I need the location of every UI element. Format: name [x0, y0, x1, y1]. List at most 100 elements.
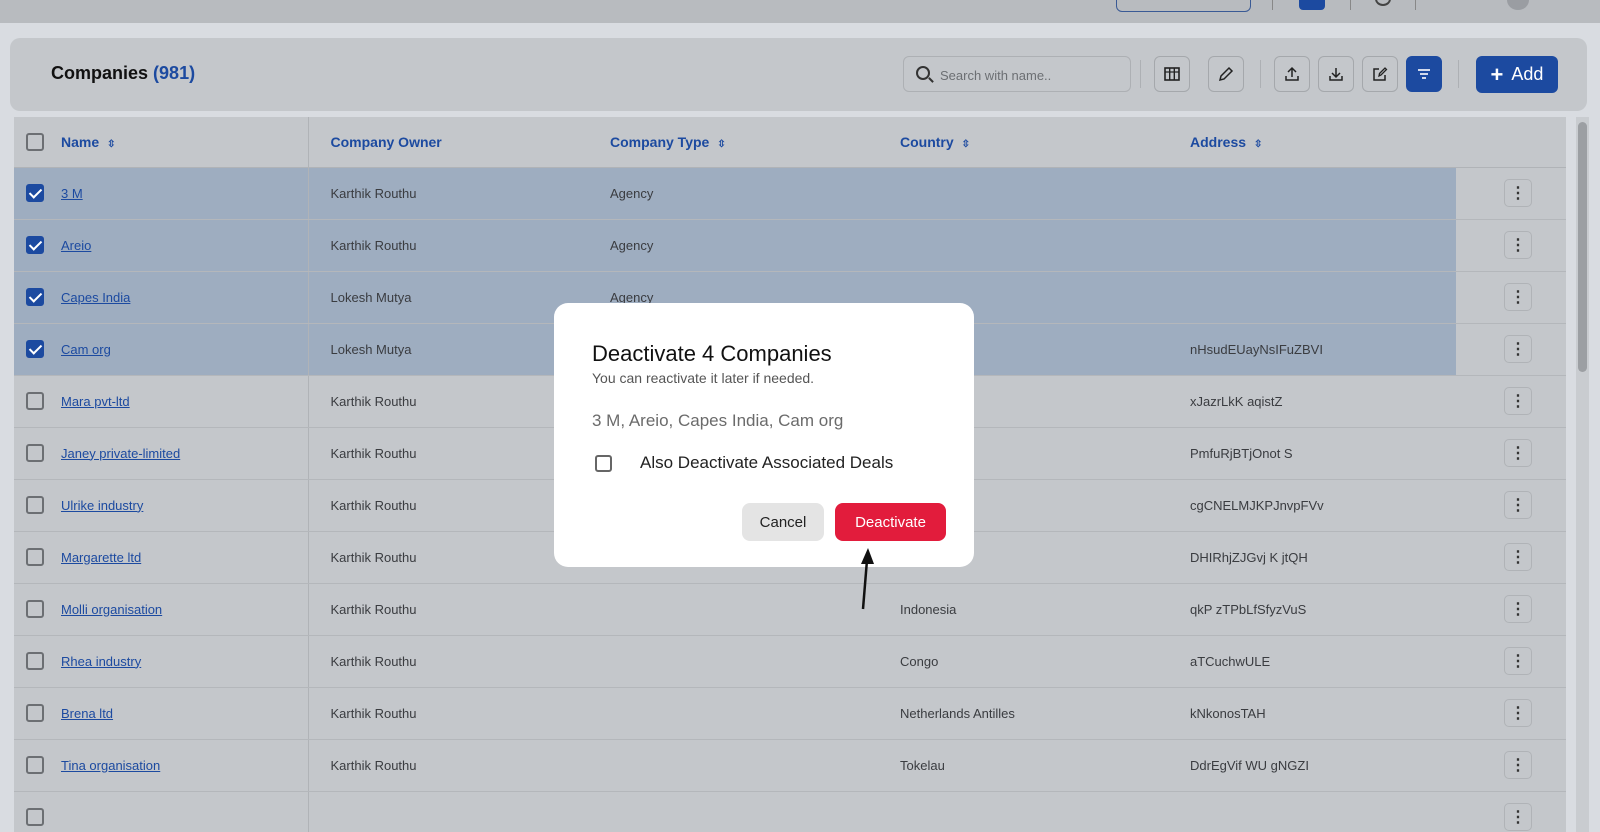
search-box[interactable] [903, 56, 1131, 92]
cell-country [892, 219, 1184, 272]
deactivate-deals-checkbox[interactable] [595, 455, 612, 472]
more-options-icon[interactable]: ⋮ [1504, 283, 1532, 311]
company-name-link[interactable]: Capes India [61, 290, 130, 305]
cell-actions: ⋮ [1456, 479, 1566, 532]
company-name-link[interactable]: Tina organisation [61, 758, 160, 773]
sort-icon[interactable]: ⇳ [107, 139, 115, 150]
table-row[interactable]: 3 M Karthik Routhu Agency ⋮ [14, 167, 1566, 220]
top-pill-button[interactable] [1116, 0, 1251, 12]
top-action-button[interactable] [1299, 0, 1325, 10]
company-name-link[interactable]: Brena ltd [61, 706, 113, 721]
row-checkbox[interactable] [26, 600, 44, 618]
table-row[interactable]: Rhea industry Karthik Routhu Congo aTCuc… [14, 635, 1566, 688]
deactivate-deals-label[interactable]: Also Deactivate Associated Deals [640, 453, 893, 473]
table-row[interactable]: Tina organisation Karthik Routhu Tokelau… [14, 739, 1566, 792]
edit-button[interactable] [1208, 56, 1244, 92]
more-options-icon[interactable]: ⋮ [1504, 179, 1532, 207]
more-options-icon[interactable]: ⋮ [1504, 491, 1532, 519]
upload-button[interactable] [1274, 56, 1310, 92]
more-options-icon[interactable]: ⋮ [1504, 803, 1532, 831]
column-header-address[interactable]: Address ⇳ [1184, 117, 1456, 168]
cell-owner: Karthik Routhu [308, 219, 600, 272]
cell-country: Indonesia [892, 583, 1184, 636]
bulk-edit-button[interactable] [1362, 56, 1398, 92]
globe-icon[interactable] [1375, 0, 1391, 6]
more-options-icon[interactable]: ⋮ [1504, 595, 1532, 623]
more-options-icon[interactable]: ⋮ [1504, 699, 1532, 727]
company-name-link[interactable]: Margarette ltd [61, 550, 141, 565]
add-button[interactable]: + Add [1476, 56, 1558, 93]
row-checkbox[interactable] [26, 444, 44, 462]
row-checkbox[interactable] [26, 184, 44, 202]
deactivate-button[interactable]: Deactivate [835, 503, 946, 541]
columns-button[interactable] [1154, 56, 1190, 92]
row-checkbox[interactable] [26, 496, 44, 514]
row-checkbox[interactable] [26, 288, 44, 306]
cell-type [600, 791, 892, 832]
row-checkbox[interactable] [26, 548, 44, 566]
dialog-title: Deactivate 4 Companies [592, 341, 832, 366]
row-checkbox[interactable] [26, 392, 44, 410]
more-options-icon[interactable]: ⋮ [1504, 387, 1532, 415]
column-header-name[interactable]: Name ⇳ [14, 117, 309, 168]
more-options-icon[interactable]: ⋮ [1504, 751, 1532, 779]
row-checkbox[interactable] [26, 756, 44, 774]
row-checkbox[interactable] [26, 236, 44, 254]
table-row[interactable]: Areio Karthik Routhu Agency ⋮ [14, 219, 1566, 272]
row-checkbox[interactable] [26, 340, 44, 358]
company-name-link[interactable]: Areio [61, 238, 91, 253]
download-button[interactable] [1318, 56, 1354, 92]
cell-address: xJazrLkK aqistZ [1184, 375, 1456, 428]
cell-type: Agency [600, 167, 892, 220]
cell-country: Netherlands Antilles [892, 687, 1184, 740]
toolbar-divider [1458, 60, 1459, 88]
column-label: Company Owner [330, 133, 442, 150]
cell-address: nHsudEUayNsIFuZBVI [1184, 323, 1456, 376]
row-checkbox[interactable] [26, 704, 44, 722]
row-checkbox[interactable] [26, 652, 44, 670]
sort-icon[interactable]: ⇳ [962, 139, 970, 150]
select-all-checkbox[interactable] [26, 132, 44, 151]
search-input[interactable] [940, 65, 1120, 85]
record-count: (981) [153, 63, 196, 83]
pencil-icon [1218, 66, 1234, 82]
table-row[interactable]: ⋮ [14, 791, 1566, 832]
cell-actions: ⋮ [1456, 375, 1566, 428]
cell-country: Congo [892, 635, 1184, 688]
column-header-country[interactable]: Country ⇳ [892, 117, 1184, 168]
scrollbar-thumb[interactable] [1578, 122, 1587, 372]
search-icon [916, 66, 930, 80]
company-name-link[interactable]: 3 M [61, 186, 83, 201]
cell-actions: ⋮ [1456, 583, 1566, 636]
cell-actions: ⋮ [1456, 219, 1566, 272]
more-options-icon[interactable]: ⋮ [1504, 231, 1532, 259]
column-header-type[interactable]: Company Type ⇳ [600, 117, 892, 168]
table-row[interactable]: Brena ltd Karthik Routhu Netherlands Ant… [14, 687, 1566, 740]
more-options-icon[interactable]: ⋮ [1504, 439, 1532, 467]
row-checkbox[interactable] [26, 808, 44, 826]
cell-country: Tokelau [892, 739, 1184, 792]
column-label: Country [900, 133, 954, 150]
company-name-link[interactable]: Rhea industry [61, 654, 141, 669]
column-header-owner[interactable]: Company Owner [308, 117, 600, 168]
cell-name [14, 791, 309, 832]
company-name-link[interactable]: Molli organisation [61, 602, 162, 617]
company-name-link[interactable]: Ulrike industry [61, 498, 143, 513]
more-options-icon[interactable]: ⋮ [1504, 647, 1532, 675]
more-options-icon[interactable]: ⋮ [1504, 543, 1532, 571]
avatar[interactable] [1507, 0, 1529, 10]
cell-address [1184, 791, 1456, 832]
sort-icon[interactable]: ⇳ [1254, 139, 1262, 150]
more-options-icon[interactable]: ⋮ [1504, 335, 1532, 363]
sort-icon[interactable]: ⇳ [717, 139, 725, 150]
cell-name: Mara pvt-ltd [14, 375, 309, 428]
company-name-link[interactable]: Mara pvt-ltd [61, 394, 130, 409]
cell-address: DdrEgVif WU gNGZI [1184, 739, 1456, 792]
company-name-link[interactable]: Janey private-limited [61, 446, 180, 461]
filter-button[interactable] [1406, 56, 1442, 92]
company-name-link[interactable]: Cam org [61, 342, 111, 357]
cancel-button[interactable]: Cancel [742, 503, 824, 541]
cell-owner: Karthik Routhu [308, 739, 600, 792]
cell-address: aTCuchwULE [1184, 635, 1456, 688]
table-row[interactable]: Molli organisation Karthik Routhu Indone… [14, 583, 1566, 636]
